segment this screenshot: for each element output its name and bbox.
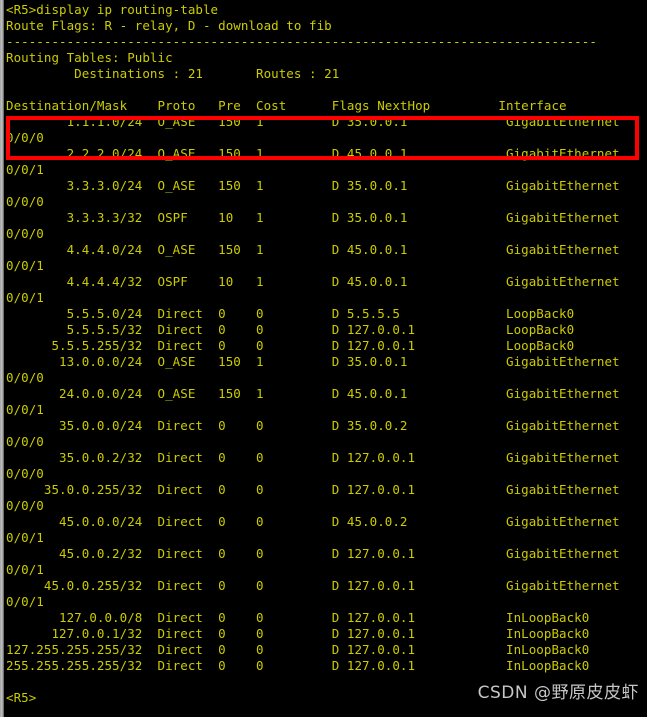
- scrollbar-track[interactable]: [0, 0, 4, 717]
- scrollbar-thumb[interactable]: [0, 0, 4, 717]
- csdn-watermark: CSDN @野原皮皮虾: [477, 683, 639, 703]
- terminal-window[interactable]: <R5>display ip routing-table Route Flags…: [0, 0, 647, 717]
- console-output: <R5>display ip routing-table Route Flags…: [6, 2, 620, 705]
